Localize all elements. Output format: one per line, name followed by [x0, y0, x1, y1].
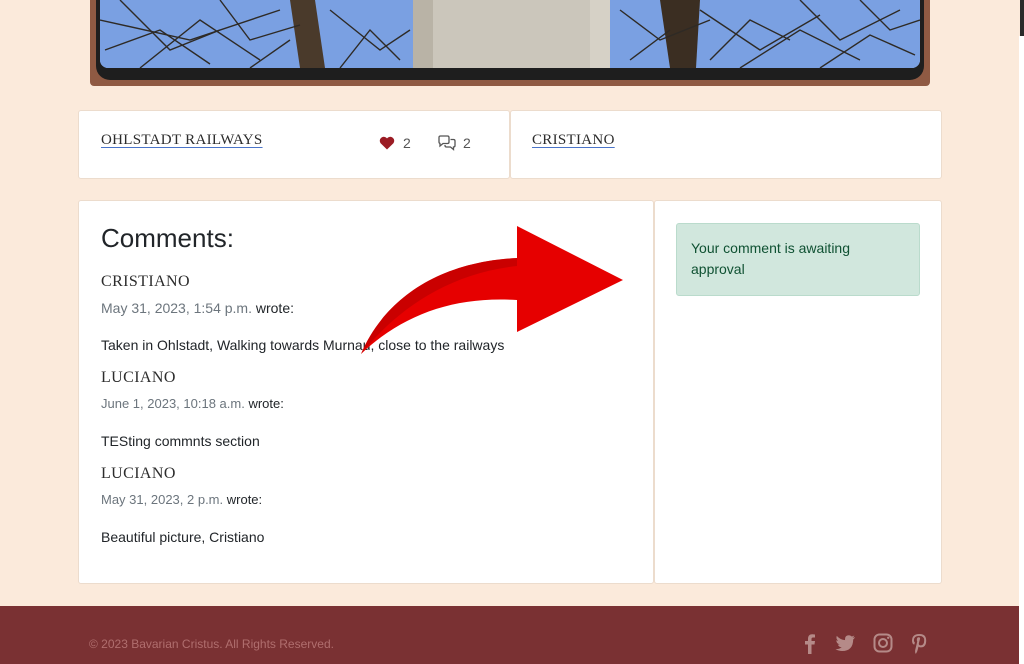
comment-date: June 1, 2023, 10:18 a.m. wrote:	[101, 396, 284, 411]
comment-date: May 31, 2023, 2 p.m. wrote:	[101, 492, 263, 507]
twitter-icon[interactable]	[834, 632, 856, 654]
pinterest-icon[interactable]	[908, 632, 930, 654]
like-count: 2	[403, 135, 411, 151]
site-footer: © 2023 Bavarian Cristus. All Rights Rese…	[0, 606, 1019, 664]
place-link[interactable]: OHLSTADT RAILWAYS	[101, 132, 263, 149]
window-edge	[1020, 0, 1024, 36]
comments-icon	[438, 135, 456, 151]
copyright-text: © 2023 Bavarian Cristus. All Rights Rese…	[89, 637, 334, 651]
comment-count-indicator: 2	[437, 135, 471, 151]
author-card: CRISTIANO	[510, 110, 942, 179]
heart-icon	[379, 136, 395, 150]
awaiting-approval-alert: Your comment is awaiting approval	[676, 223, 920, 296]
post-photo	[100, 0, 920, 68]
comment-status-panel: Your comment is awaiting approval	[654, 200, 942, 584]
comment-text: Beautiful picture, Cristiano	[101, 529, 265, 545]
comment-author: LUCIANO	[101, 369, 176, 386]
annotation-arrow	[361, 226, 623, 354]
window-edge-strip	[1019, 36, 1024, 664]
author-link[interactable]: CRISTIANO	[532, 132, 615, 149]
comment-item: LUCIANO May 31, 2023, 2 p.m. wrote: Beau…	[101, 465, 621, 545]
post-info-card: OHLSTADT RAILWAYS 2 2	[78, 110, 510, 179]
comment-count: 2	[463, 135, 471, 151]
comment-text: TESting commnts section	[101, 433, 260, 449]
like-button[interactable]: 2	[379, 135, 411, 151]
comment-author: LUCIANO	[101, 465, 176, 482]
comment-item: LUCIANO June 1, 2023, 10:18 a.m. wrote: …	[101, 369, 621, 449]
facebook-icon[interactable]	[799, 632, 821, 654]
instagram-icon[interactable]	[872, 632, 894, 654]
comments-heading: Comments:	[101, 223, 234, 253]
